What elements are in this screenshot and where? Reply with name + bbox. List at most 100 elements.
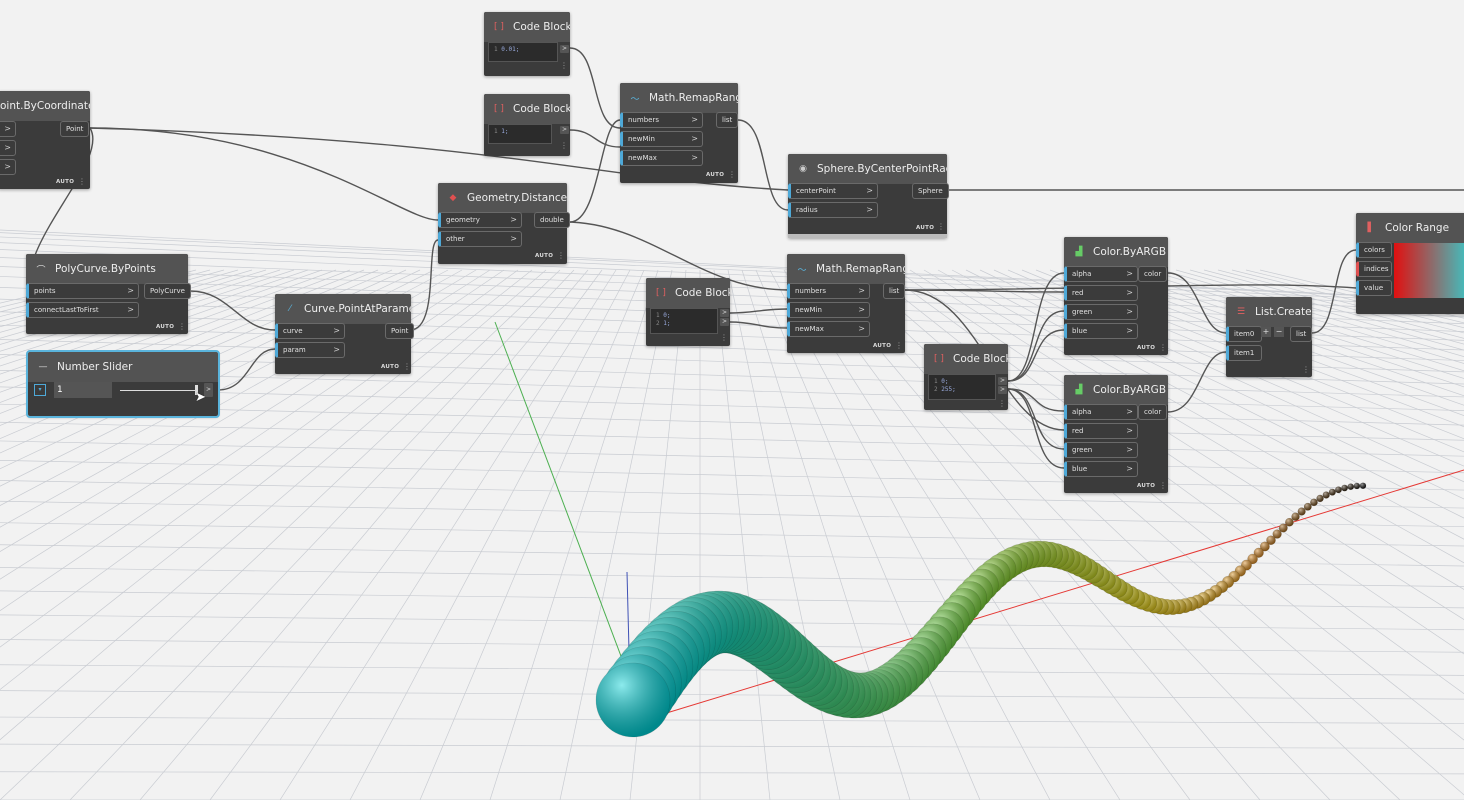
input-newmin[interactable]: newMin > xyxy=(787,302,870,318)
node-header[interactable]: — Number Slider xyxy=(28,352,218,382)
node-menu-icon[interactable]: ⋮ xyxy=(1159,344,1167,352)
node-menu-icon[interactable]: ⋮ xyxy=(1302,366,1310,374)
output-color[interactable]: color xyxy=(1138,266,1168,282)
node-header[interactable]: [ ] Code Block xyxy=(646,278,730,308)
node-header[interactable]: ▟ Color.ByARGB xyxy=(1064,237,1168,267)
input-x[interactable]: > xyxy=(0,121,16,137)
node-header[interactable]: 〜 Math.RemapRange xyxy=(620,83,738,113)
code-block-node[interactable]: [ ] Code Block 1 0; 2 255; > > ⋮ xyxy=(924,344,1008,410)
node-header[interactable]: [ ] Code Block xyxy=(924,344,1008,374)
node-menu-icon[interactable]: ⋮ xyxy=(937,223,945,231)
node-menu-icon[interactable]: ⋮ xyxy=(557,252,565,260)
input-z[interactable]: > xyxy=(0,159,16,175)
code-block-node[interactable]: [ ] Code Block 1 0; 2 1; > > ⋮ xyxy=(646,278,730,346)
output-polycurve[interactable]: PolyCurve xyxy=(144,283,191,299)
code-block-node[interactable]: [ ] Code Block 1 1; > ⋮ xyxy=(484,94,570,156)
node-menu-icon[interactable]: ⋮ xyxy=(178,323,186,331)
output-port[interactable]: > xyxy=(998,386,1007,394)
input-numbers[interactable]: numbers > xyxy=(787,283,870,299)
node-menu-icon[interactable]: ⋮ xyxy=(560,142,568,150)
input-y[interactable]: > xyxy=(0,140,16,156)
input-param[interactable]: param > xyxy=(275,342,345,358)
node-header[interactable]: ◉ Sphere.ByCenterPointRadius xyxy=(788,154,947,184)
node-header[interactable]: ▌ Color Range xyxy=(1356,213,1464,243)
input-alpha[interactable]: alpha > xyxy=(1064,404,1138,420)
input-newmax[interactable]: newMax > xyxy=(787,321,870,337)
node-header[interactable]: ⁄ Curve.PointAtParameter xyxy=(275,294,411,324)
input-geometry[interactable]: geometry > xyxy=(438,212,522,228)
node-menu-icon[interactable]: ⋮ xyxy=(720,334,728,342)
output-port[interactable]: > xyxy=(560,126,569,134)
input-blue[interactable]: blue > xyxy=(1064,461,1138,477)
code-editor[interactable]: 1 0; 2 255; xyxy=(928,374,996,400)
output-color[interactable]: color xyxy=(1138,404,1168,420)
input-radius[interactable]: radius > xyxy=(788,202,878,218)
node-header[interactable]: ▟ Color.ByARGB xyxy=(1064,375,1168,405)
curve-point-node[interactable]: ⁄ Curve.PointAtParameter curve > param > Po… xyxy=(275,294,415,374)
distance-to-node[interactable]: ◆ Geometry.DistanceTo geometry > other > do… xyxy=(438,183,570,264)
output-port[interactable]: > xyxy=(720,309,729,317)
node-header[interactable]: ⌒ PolyCurve.ByPoints xyxy=(26,254,188,284)
polycurve-node[interactable]: ⌒ PolyCurve.ByPoints points > connectLastT… xyxy=(26,254,191,334)
output-port[interactable]: > xyxy=(720,318,729,326)
remap-range-node[interactable]: 〜 Math.RemapRange numbers > newMin > newMax… xyxy=(787,254,906,353)
output-sphere[interactable]: Sphere xyxy=(912,183,949,199)
input-red[interactable]: red > xyxy=(1064,423,1138,439)
node-menu-icon[interactable]: ⋮ xyxy=(895,342,903,350)
input-item1[interactable]: item1 xyxy=(1226,345,1262,361)
output-double[interactable]: double xyxy=(534,212,570,228)
point-by-coordinates-node[interactable]: oint.ByCoordinates > > > Point AUTO ⋮ xyxy=(0,91,90,189)
node-header[interactable]: [ ] Code Block xyxy=(484,94,570,124)
list-create-node[interactable]: ☰List.Create● item0 item1 + − list ⋮ xyxy=(1226,297,1313,377)
input-numbers[interactable]: numbers > xyxy=(620,112,703,128)
input-curve[interactable]: curve > xyxy=(275,323,345,339)
output-list[interactable]: list xyxy=(883,283,906,299)
output-port[interactable]: > xyxy=(560,45,569,53)
node-menu-icon[interactable]: ⋮ xyxy=(728,171,736,179)
sphere-node[interactable]: ◉ Sphere.ByCenterPointRadius centerPoint >… xyxy=(788,154,949,238)
remove-input-button[interactable]: − xyxy=(1274,327,1284,337)
output-list[interactable]: list xyxy=(716,112,739,128)
remap-range-node[interactable]: 〜 Math.RemapRange numbers > newMin > newMax… xyxy=(620,83,739,183)
input-centerpoint[interactable]: centerPoint > xyxy=(788,183,878,199)
node-header[interactable]: ☰List.Create● xyxy=(1226,297,1312,327)
node-header[interactable]: 〜 Math.RemapRange xyxy=(787,254,905,284)
node-menu-icon[interactable]: ⋮ xyxy=(560,62,568,70)
code-block-node[interactable]: [ ] Code Block 1 0.01; > ⋮ xyxy=(484,12,570,76)
input-item0[interactable]: item0 xyxy=(1226,326,1262,342)
node-menu-icon[interactable]: ⋮ xyxy=(78,178,86,186)
node-menu-icon[interactable]: ⋮ xyxy=(1159,482,1167,490)
code-editor[interactable]: 1 1; xyxy=(488,124,552,144)
node-menu-icon[interactable]: ⋮ xyxy=(403,363,411,371)
input-value[interactable]: value xyxy=(1356,280,1392,296)
output-point[interactable]: Point xyxy=(385,323,415,339)
input-blue[interactable]: blue > xyxy=(1064,323,1138,339)
input-newmax[interactable]: newMax > xyxy=(620,150,703,166)
expand-toggle[interactable]: ▾ xyxy=(34,384,46,396)
add-input-button[interactable]: + xyxy=(1261,327,1271,337)
input-points[interactable]: points > xyxy=(26,283,139,299)
color-range-node[interactable]: ▌ Color Range colors indices value xyxy=(1356,213,1464,314)
code-editor[interactable]: 1 0.01; xyxy=(488,42,558,62)
input-indices[interactable]: indices xyxy=(1356,261,1392,277)
input-other[interactable]: other > xyxy=(438,231,522,247)
input-alpha[interactable]: alpha > xyxy=(1064,266,1138,282)
node-header[interactable]: [ ] Code Block xyxy=(484,12,570,42)
input-green[interactable]: green > xyxy=(1064,442,1138,458)
node-header[interactable]: oint.ByCoordinates xyxy=(0,91,90,121)
node-menu-icon[interactable]: ⋮ xyxy=(998,400,1006,408)
output-point[interactable]: Point xyxy=(60,121,90,137)
color-argb-node[interactable]: ▟ Color.ByARGB alpha > red > green > blue > c… xyxy=(1064,237,1168,355)
input-colors[interactable]: colors xyxy=(1356,242,1392,258)
output-port[interactable]: > xyxy=(998,377,1007,385)
slider-value-input[interactable]: 1 xyxy=(54,382,112,398)
output-list[interactable]: list xyxy=(1290,326,1313,342)
slider-track[interactable] xyxy=(120,390,196,391)
code-editor[interactable]: 1 0; 2 1; xyxy=(650,308,718,334)
input-green[interactable]: green > xyxy=(1064,304,1138,320)
input-red[interactable]: red > xyxy=(1064,285,1138,301)
color-argb-node[interactable]: ▟ Color.ByARGB alpha > red > green > blue > c… xyxy=(1064,375,1168,493)
number-slider-node[interactable]: — Number Slider ▾ 1 > ➤ xyxy=(26,350,220,418)
node-header[interactable]: ◆ Geometry.DistanceTo xyxy=(438,183,567,213)
input-connect-last[interactable]: connectLastToFirst > xyxy=(26,302,139,318)
